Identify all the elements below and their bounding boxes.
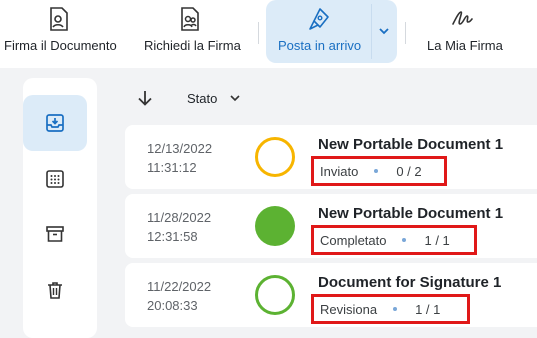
toolbar-divider <box>405 22 406 44</box>
sidebar-item-archive[interactable] <box>23 206 87 262</box>
request-signature-label: Richiedi la Firma <box>144 38 241 53</box>
chevron-down-icon[interactable] <box>378 25 390 37</box>
status-pending-icon <box>255 137 295 177</box>
status-label: Revisiona <box>320 301 378 317</box>
status-dot <box>402 238 407 242</box>
signature-count: 1 / 1 <box>424 232 450 248</box>
document-time: 20:08:33 <box>147 298 198 313</box>
my-signature-button[interactable]: La Mia Firma <box>420 0 506 68</box>
status-label: Completato <box>320 232 387 248</box>
sign-document-button[interactable]: Firma il Documento <box>0 0 120 68</box>
toolbar-divider <box>258 22 259 44</box>
status-label: Inviato <box>320 163 359 179</box>
document-title: New Portable Document 1 <box>318 136 504 153</box>
document-title: Document for Signature 1 <box>318 274 502 291</box>
document-row[interactable]: 11/28/2022 12:31:58 New Portable Documen… <box>125 194 537 258</box>
document-title: New Portable Document 1 <box>318 205 504 222</box>
inbox-icon <box>46 114 64 132</box>
document-date: 11/28/2022 <box>147 210 212 225</box>
status-review-icon <box>255 275 295 315</box>
inbox-tab-label: Posta in arrivo <box>278 38 362 53</box>
trash-icon <box>48 282 62 299</box>
sidebar-item-trash[interactable] <box>23 262 87 318</box>
status-dot <box>393 307 398 311</box>
sidebar <box>23 78 97 338</box>
sort-field-label[interactable]: Stato <box>187 91 217 106</box>
document-date: 11/22/2022 <box>147 279 212 294</box>
document-time: 11:31:12 <box>147 160 197 175</box>
request-signature-button[interactable]: Richiedi la Firma <box>138 0 248 68</box>
status-highlight: Completato 1 / 1 <box>311 225 477 255</box>
document-timestamp: 12/13/2022 11:31:12 <box>147 139 212 177</box>
inbox-tab[interactable]: Posta in arrivo <box>266 0 397 63</box>
status-highlight: Revisiona 1 / 1 <box>311 294 470 324</box>
document-timestamp: 11/28/2022 12:31:58 <box>147 208 211 246</box>
status-completed-icon <box>255 206 295 246</box>
sort-direction-icon[interactable] <box>135 88 155 108</box>
document-row[interactable]: 12/13/2022 11:31:12 New Portable Documen… <box>125 125 537 189</box>
status-highlight: Inviato 0 / 2 <box>311 156 447 186</box>
signature-count: 0 / 2 <box>396 163 422 179</box>
my-signature-label: La Mia Firma <box>427 38 503 53</box>
document-row[interactable]: 11/22/2022 20:08:33 Document for Signatu… <box>125 263 537 327</box>
sign-document-icon <box>50 7 68 31</box>
sort-bar: Stato <box>125 82 241 114</box>
signature-icon <box>452 11 473 25</box>
sidebar-item-inbox[interactable] <box>23 95 87 151</box>
sign-document-label: Firma il Documento <box>4 38 117 53</box>
request-signature-icon <box>181 7 199 31</box>
document-timestamp: 11/22/2022 20:08:33 <box>147 277 211 315</box>
status-dot <box>374 169 379 173</box>
top-toolbar: Firma il Documento Richiedi la Firma Pos… <box>0 0 537 68</box>
chevron-down-icon[interactable] <box>229 92 241 104</box>
document-time: 12:31:58 <box>147 229 198 244</box>
archive-icon <box>46 226 64 242</box>
dropdown-divider <box>371 4 372 59</box>
pen-nib-icon <box>309 8 329 30</box>
sidebar-item-calendar[interactable] <box>23 151 87 207</box>
calendar-grid-icon <box>46 170 64 188</box>
signature-count: 1 / 1 <box>415 301 441 317</box>
document-date: 12/13/2022 <box>147 141 213 156</box>
